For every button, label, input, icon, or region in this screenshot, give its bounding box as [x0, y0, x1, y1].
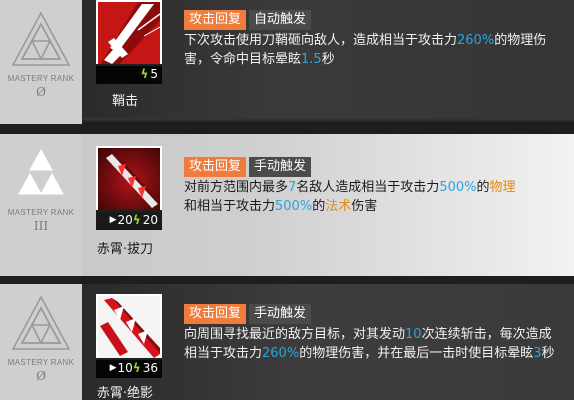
crimson-blade-draw-icon[interactable]: [96, 146, 162, 212]
skill-panel: ϟ 5 鞘击 攻击回复 自动触发 下次攻击使用刀鞘砸向敌人，造成相当于攻击力26…: [82, 0, 574, 124]
mastery-rank-empty-icon: [11, 295, 71, 350]
tag-attack-recovery: 攻击回复: [184, 304, 247, 324]
desc-value: 260%: [457, 33, 495, 48]
desc-text: 伤害: [351, 199, 378, 214]
tag-trigger-type: 自动触发: [249, 10, 312, 30]
desc-text: 对前方范围内最多: [184, 180, 289, 195]
bolt-icon: ϟ: [132, 361, 141, 375]
skill-panel: ▶ 10 ϟ 36 赤霄·绝影 攻击回复 手动触发 向周围寻找最近的敌方目标，对…: [82, 284, 574, 400]
desc-text: 向周围寻找最近的敌方目标，对其发动: [184, 327, 406, 342]
mastery-rank-value: III: [33, 219, 49, 233]
desc-damage-type: 法术: [325, 199, 352, 214]
desc-value: 500%: [439, 180, 477, 195]
mastery-rank-3-icon: [18, 148, 64, 195]
tag-attack-recovery: 攻击回复: [184, 10, 247, 30]
skill-tags: 攻击回复 手动触发: [184, 157, 312, 177]
skill-description: 下次攻击使用刀鞘砸向敌人，造成相当于攻击力260%的物理伤害，令命中目标晕眩1.…: [184, 31, 564, 69]
desc-text: 的: [312, 199, 326, 214]
desc-value: 260%: [262, 346, 300, 361]
bolt-icon: ϟ: [140, 67, 149, 81]
skill-name: 赤霄·拔刀: [96, 242, 154, 257]
tag-trigger-type: 手动触发: [249, 304, 312, 324]
tag-trigger-type: 手动触发: [249, 157, 312, 177]
skill-tags: 攻击回复 手动触发: [184, 304, 312, 324]
skill-name: 赤霄·绝影: [96, 386, 154, 400]
mastery-rank-label: MASTERY RANK: [7, 208, 75, 217]
mastery-rank-label: MASTERY RANK: [7, 358, 75, 367]
desc-text: 名敌人造成相当于攻击力: [296, 180, 440, 195]
desc-text: 秒: [541, 346, 555, 361]
desc-text: 下次攻击使用刀鞘砸向敌人，造成相当于攻击力: [184, 33, 458, 48]
skill-row-1[interactable]: MASTERY RANK Ø ϟ 5 鞘击 攻击回复 自动触发 下次攻击使用刀鞘…: [0, 0, 574, 124]
desc-text: 和相当于攻击力: [184, 199, 276, 214]
bolt-icon: ϟ: [132, 213, 141, 227]
sp-cost-value: 5: [150, 67, 158, 81]
sheath-strike-icon[interactable]: [96, 0, 162, 66]
sp-cost-value: 36: [142, 361, 158, 375]
skill-name: 鞘击: [111, 94, 138, 109]
desc-text: 秒: [321, 52, 335, 67]
initial-sp-value: 20: [117, 213, 133, 227]
skill-row-3[interactable]: MASTERY RANK Ø ▶ 10 ϟ 36 赤霄·绝影 攻击回复 手动触发: [0, 284, 574, 400]
desc-value: 500%: [275, 199, 313, 214]
skill-description: 对前方范围内最多7名敌人造成相当于攻击力500%的物理 和相当于攻击力500%的法…: [184, 178, 564, 216]
mastery-rank-empty-icon: [11, 11, 71, 66]
initial-sp-value: 10: [117, 361, 133, 375]
desc-damage-type: 物理: [489, 180, 516, 195]
crimson-shadow-icon[interactable]: [96, 294, 162, 360]
sp-cost-value: 20: [142, 213, 158, 227]
mastery-rank-value: Ø: [36, 369, 46, 383]
initial-sp-icon: ▶: [109, 215, 117, 225]
mastery-rank-label: MASTERY RANK: [7, 74, 75, 83]
skill-row-2[interactable]: MASTERY RANK III ▶ 20 ϟ 20 赤霄·拔刀 攻击回复 手动…: [0, 134, 574, 276]
desc-text: 的: [476, 180, 490, 195]
sp-cost-box: ϟ 5: [96, 64, 162, 84]
desc-value: 10: [405, 327, 422, 342]
desc-text: 的物理伤害，并在最后一击时使目标晕眩: [299, 346, 534, 361]
skill-description: 向周围寻找最近的敌方目标，对其发动10次连续斩击，每次造成相当于攻击力260%的…: [184, 325, 564, 363]
skill-tags: 攻击回复 自动触发: [184, 10, 312, 30]
mastery-rank-value: Ø: [36, 85, 46, 99]
desc-value: 1.5: [301, 52, 322, 67]
sp-cost-box: ▶ 20 ϟ 20: [96, 210, 162, 230]
initial-sp-icon: ▶: [109, 363, 117, 373]
tag-attack-recovery: 攻击回复: [184, 157, 247, 177]
skill-panel: ▶ 20 ϟ 20 赤霄·拔刀 攻击回复 手动触发 对前方范围内最多7名敌人造成…: [82, 134, 574, 276]
sp-cost-box: ▶ 10 ϟ 36: [96, 358, 162, 378]
